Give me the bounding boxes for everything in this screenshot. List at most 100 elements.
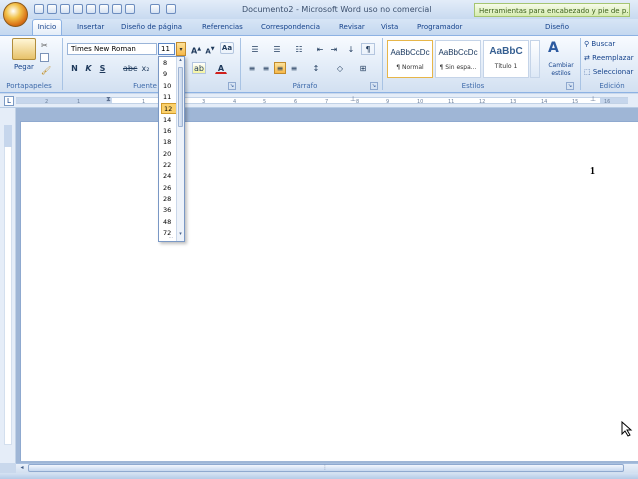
paragraph-dialog-launcher-icon[interactable]: ↘ — [370, 82, 378, 90]
style-normal[interactable]: AaBbCcDc ¶ Normal — [387, 40, 433, 78]
align-center-icon[interactable]: ≡ — [260, 62, 272, 74]
replace-label: Reemplazar — [592, 54, 634, 62]
align-left-icon[interactable]: ≡ — [246, 62, 258, 74]
sort-icon[interactable]: ↓ — [344, 43, 358, 55]
tab-referencias[interactable]: Referencias — [202, 23, 243, 31]
style-name: ¶ Sin espa... — [439, 64, 477, 71]
group-label-paragraph: Párrafo — [292, 82, 318, 90]
tab-vista[interactable]: Vista — [381, 23, 398, 31]
change-styles-icon[interactable]: A — [548, 40, 559, 56]
find-button[interactable]: ⚲ Buscar — [584, 40, 615, 48]
new-icon[interactable] — [86, 4, 96, 14]
style-heading1[interactable]: AaBbC Título 1 — [483, 40, 529, 78]
multilevel-list-icon[interactable]: ☷ — [290, 43, 308, 55]
style-no-spacing[interactable]: AaBbCcDc ¶ Sin espa... — [435, 40, 481, 78]
find-label: Buscar — [591, 40, 616, 48]
change-styles-label[interactable]: Cambiar estilos — [543, 62, 579, 78]
styles-scroll[interactable] — [530, 40, 540, 78]
group-label-editing: Edición — [599, 82, 625, 90]
tab-diseno[interactable]: Diseño — [545, 23, 569, 31]
dropdown-scrollbar[interactable]: ▴ ▾ — [176, 57, 184, 241]
italic-icon[interactable]: K — [83, 62, 94, 74]
scroll-up-icon[interactable]: ▴ — [177, 57, 184, 65]
mouse-cursor-icon — [621, 420, 633, 437]
copy-icon[interactable] — [40, 53, 49, 62]
shading-icon[interactable]: ◇ — [332, 62, 348, 74]
style-name: Título 1 — [494, 63, 518, 70]
tab-selector[interactable]: L — [4, 96, 14, 106]
tab-stop-right-icon[interactable]: ⊥ — [590, 95, 596, 103]
window-title: Documento2 - Microsoft Word uso no comer… — [242, 5, 432, 14]
paste-icon[interactable] — [12, 38, 36, 60]
open-icon[interactable] — [73, 4, 83, 14]
group-divider — [240, 38, 241, 90]
font-size-combobox[interactable]: 11 — [158, 43, 175, 55]
floppy-icon[interactable] — [166, 4, 176, 14]
bullets-icon[interactable]: ☰ — [246, 43, 264, 55]
style-name: ¶ Normal — [396, 64, 424, 71]
style-sample: AaBbCcDc — [390, 48, 430, 57]
line-spacing-icon[interactable]: ↕ — [308, 62, 324, 74]
ruler-label: 7 — [325, 99, 329, 105]
increase-indent-icon[interactable]: ⇥ — [328, 43, 340, 55]
tab-correspondencia[interactable]: Correspondencia — [261, 23, 320, 31]
justify-icon[interactable]: ≡ — [288, 62, 300, 74]
tab-inicio[interactable]: Inicio — [32, 19, 62, 35]
ruler-label: 11 — [448, 99, 455, 105]
resize-grip-icon[interactable]: ⋯ — [160, 236, 182, 241]
font-size-dropdown-arrow[interactable]: ▾ — [176, 42, 186, 56]
undo-icon[interactable] — [47, 4, 57, 14]
ruler-label: 4 — [233, 99, 237, 105]
subscript-icon[interactable]: x₂ — [140, 62, 151, 74]
ruler-label: 8 — [356, 99, 360, 105]
ruler-label: 15 — [572, 99, 579, 105]
highlight-color-icon[interactable]: ab — [192, 62, 206, 74]
print-icon[interactable] — [99, 4, 109, 14]
redo-icon[interactable] — [60, 4, 70, 14]
align-right-icon[interactable]: ≡ — [274, 62, 286, 74]
clear-format-icon[interactable]: Aa — [220, 42, 234, 54]
print-preview-icon[interactable] — [112, 4, 122, 14]
table-icon[interactable] — [150, 4, 160, 14]
spelling-icon[interactable] — [125, 4, 135, 14]
document-page[interactable] — [20, 121, 638, 461]
office-button[interactable] — [3, 2, 28, 27]
bold-icon[interactable]: N — [69, 62, 80, 74]
tab-insertar[interactable]: Insertar — [77, 23, 104, 31]
group-label-clipboard: Portapapeles — [6, 82, 52, 90]
tab-revisar[interactable]: Revisar — [339, 23, 365, 31]
strikethrough-icon[interactable]: abc — [122, 62, 138, 74]
shrink-font-icon[interactable]: A▼ — [204, 43, 216, 55]
font-name-combobox[interactable]: Times New Roman — [67, 43, 157, 55]
paste-button-label[interactable]: Pegar — [14, 63, 34, 71]
tab-diseno-pagina[interactable]: Diseño de página — [121, 23, 182, 31]
indent-marker-icon[interactable]: ⧗ — [106, 95, 111, 104]
show-marks-icon[interactable]: ¶ — [361, 43, 375, 55]
ruler-label: 14 — [541, 99, 548, 105]
save-icon[interactable] — [34, 4, 44, 14]
underline-icon[interactable]: S — [97, 62, 108, 74]
group-divider — [382, 38, 383, 90]
select-button[interactable]: ⬚ Seleccionar — [584, 68, 633, 76]
scroll-left-icon[interactable]: ◂ — [17, 464, 27, 472]
ruler-label: 16 — [604, 99, 611, 105]
format-painter-icon[interactable]: 🖌 — [41, 66, 51, 75]
decrease-indent-icon[interactable]: ⇤ — [314, 43, 326, 55]
style-sample: AaBbC — [489, 46, 523, 57]
numbering-icon[interactable]: ☰ — [268, 43, 286, 55]
grow-font-icon[interactable]: A▲ — [190, 43, 202, 56]
ruler-label: 10 — [417, 99, 424, 105]
ruler-label: 3 — [202, 99, 206, 105]
font-dialog-launcher-icon[interactable]: ↘ — [228, 82, 236, 90]
replace-button[interactable]: ⇄ Reemplazar — [584, 54, 634, 62]
replace-icon: ⇄ — [584, 54, 590, 62]
select-icon: ⬚ — [584, 68, 591, 76]
borders-icon[interactable]: ⊞ — [354, 62, 372, 74]
page-number[interactable]: 1 — [590, 166, 595, 177]
tab-programador[interactable]: Programador — [417, 23, 462, 31]
dropdown-scroll-thumb[interactable] — [178, 67, 183, 127]
font-color-icon[interactable]: A — [215, 62, 227, 74]
styles-dialog-launcher-icon[interactable]: ↘ — [566, 82, 574, 90]
cut-icon[interactable]: ✂ — [41, 41, 48, 50]
binoculars-icon: ⚲ — [584, 40, 590, 48]
